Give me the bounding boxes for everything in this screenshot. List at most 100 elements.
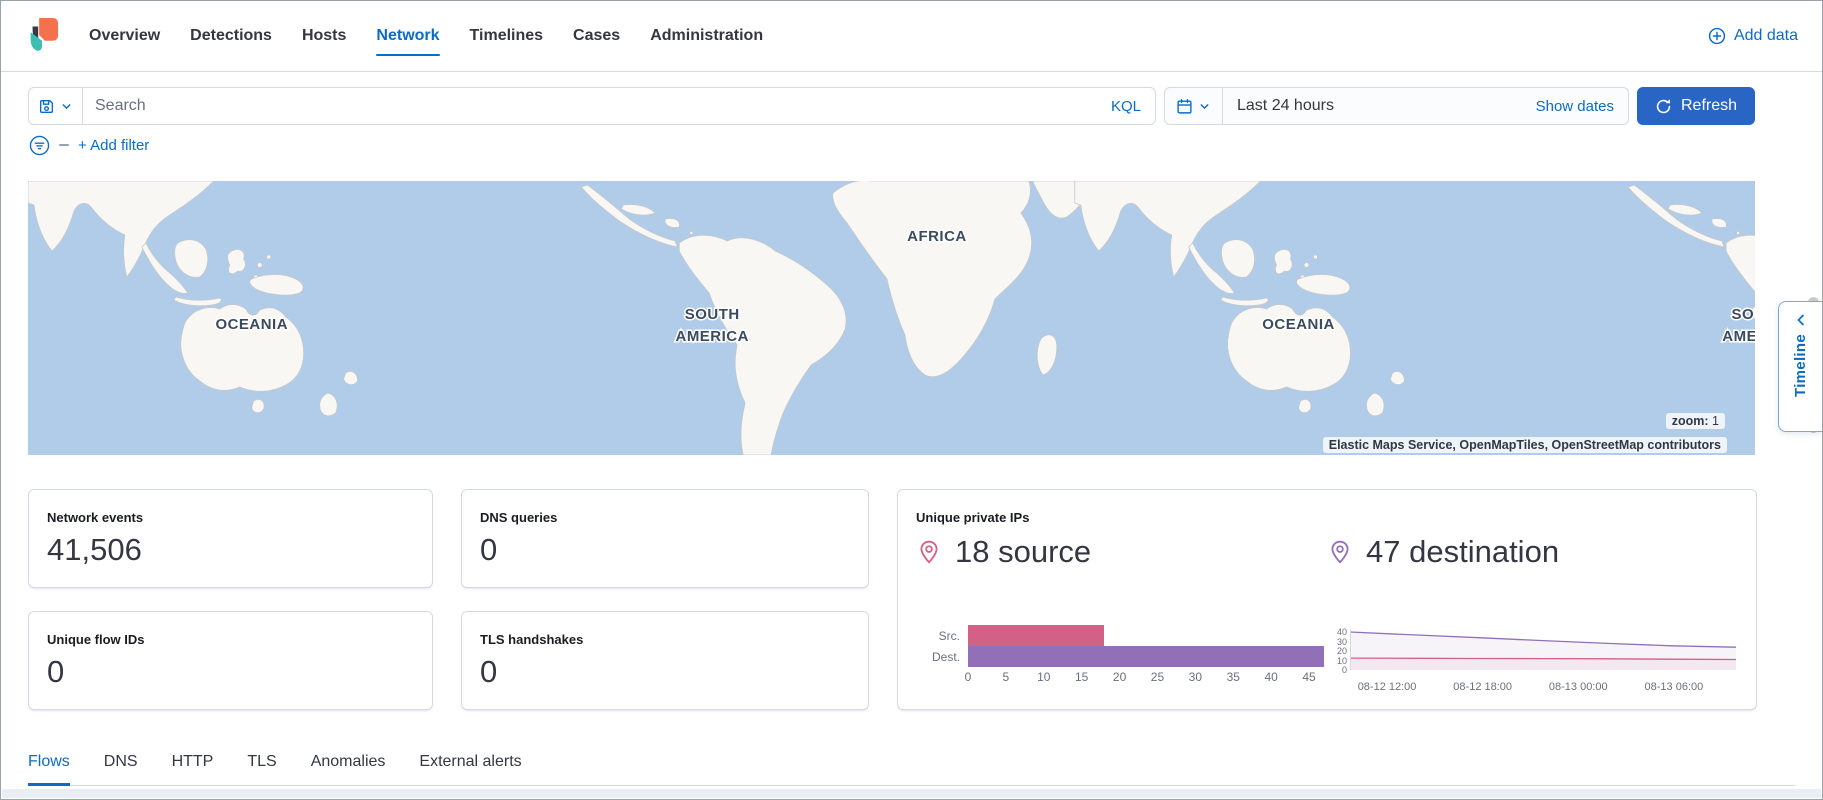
bar-chart-x-axis: 051015202530354045 [968,667,1328,683]
bar-src-[interactable] [968,625,1104,646]
time-range-value[interactable]: Last 24 hours [1223,97,1536,115]
app-window: Overview Detections Hosts Network Timelines C… [0,0,1823,800]
primary-nav: Overview Detections Hosts Network Timelines C… [89,1,763,71]
bar-row-src-: Src. [916,625,1328,646]
ip-over-time-area-chart: 403020100 08-12 12:0008-12 18:0008-13 00… [1328,625,1738,694]
destination-ip-stat: 47 destination [1327,536,1738,567]
card-title: Unique flow IDs [47,632,414,647]
date-quick-select-button[interactable] [1165,88,1223,124]
add-data-label: Add data [1734,27,1798,45]
ip-bar-rows: Src. Dest. [916,625,1328,667]
nav-tab-hosts[interactable]: Hosts [302,1,346,71]
card-value: 41,506 [47,534,414,565]
x-tick-label: 08-12 12:00 [1358,681,1417,693]
date-range-picker: Last 24 hours Show dates [1164,87,1629,125]
y-tick-label: 40 [1337,627,1347,637]
chevron-down-icon [1198,100,1211,113]
query-bar-section: KQL Last 24 hours Show dates [1,72,1822,156]
x-tick-label: 30 [1189,670,1202,684]
x-tick-label: 0 [965,670,972,684]
next-section-edge [2,789,1821,798]
x-tick-label: 25 [1151,670,1164,684]
card-title: Unique private IPs [916,510,1738,525]
refresh-label: Refresh [1681,97,1737,115]
tab-tls[interactable]: TLS [247,753,276,785]
kql-search-box: KQL [28,87,1156,125]
chevron-left-icon [1794,313,1808,327]
nav-tab-timelines[interactable]: Timelines [470,1,544,71]
unique-flow-ids-card: Unique flow IDs 0 [28,611,433,710]
x-tick-label: 20 [1113,670,1126,684]
y-tick-label: 20 [1337,646,1347,656]
world-map-svg: OCEANIASOUTHAMERICAAFRICA [28,181,1755,455]
y-tick-label: 0 [1342,665,1347,675]
ip-direction-bar-chart: Src.Dest. 051015202530354045 [916,625,1328,683]
area-chart-y-axis: 403020100 [1328,625,1350,675]
calendar-icon [1176,98,1193,115]
kpi-cards-section: Network events 41,506 DNS queries 0 Uniq… [28,489,1755,710]
area-fill-source [1350,658,1736,670]
nav-tab-administration[interactable]: Administration [650,1,763,71]
tls-handshakes-card: TLS handshakes 0 [461,611,869,710]
timeline-flyout-button[interactable]: Timeline [1778,301,1822,432]
tab-anomalies[interactable]: Anomalies [311,753,386,785]
search-input[interactable] [83,97,1097,115]
source-ip-value: 18 source [955,536,1091,567]
filter-bar: + Add filter [28,134,1755,156]
map-pin-icon [1327,539,1353,565]
y-tick-label: 10 [1337,656,1347,666]
circle-plus-icon [1708,27,1726,45]
card-title: TLS handshakes [480,632,850,647]
save-icon [38,98,55,115]
tab-dns[interactable]: DNS [104,753,138,785]
top-navigation-bar: Overview Detections Hosts Network Timelines C… [1,1,1822,72]
elastic-security-logo-icon[interactable] [25,17,59,55]
x-tick-label: 10 [1037,670,1050,684]
network-map[interactable]: OCEANIASOUTHAMERICAAFRICA zoom: 1 Elasti… [28,181,1755,455]
bar-row-dest-: Dest. [916,646,1328,667]
x-tick-label: 45 [1302,670,1315,684]
chevron-down-icon [60,100,73,113]
filter-separator [59,144,69,146]
map-zoom-indicator: zoom: 1 [1666,413,1725,429]
show-dates-button[interactable]: Show dates [1536,98,1628,115]
tab-flows[interactable]: Flows [28,753,70,786]
map-region-label: OCEANIA [215,316,288,333]
nav-tab-detections[interactable]: Detections [190,1,272,71]
add-data-button[interactable]: Add data [1708,27,1798,45]
x-tick-label: 08-13 00:00 [1549,681,1608,693]
bar-category-label: Dest. [916,650,968,664]
area-chart-x-axis: 08-12 12:00 08-12 18:00 08-13 00:00 08-13 0… [1350,680,1736,694]
refresh-icon [1655,98,1672,115]
area-chart-plot: 08-12 12:00 08-12 18:00 08-13 00:00 08-13 0… [1350,625,1736,694]
nav-tab-network[interactable]: Network [376,1,439,71]
map-zoom-label: zoom: [1672,414,1709,428]
x-tick-label: 08-13 06:00 [1645,681,1704,693]
card-title: DNS queries [480,510,850,525]
tab-external-alerts[interactable]: External alerts [419,753,521,785]
dns-queries-card: DNS queries 0 [461,489,869,588]
nav-tab-overview[interactable]: Overview [89,1,160,71]
timeline-flyout-label: Timeline [1792,334,1809,397]
filter-icon[interactable] [29,135,50,156]
add-filter-button[interactable]: + Add filter [78,137,149,154]
area-chart-svg [1350,625,1736,675]
x-tick-label: 40 [1264,670,1277,684]
map-zoom-value: 1 [1712,414,1719,428]
map-region-label: AFRICA [907,228,967,245]
nav-tab-cases[interactable]: Cases [573,1,620,71]
network-events-card: Network events 41,506 [28,489,433,588]
x-tick-label: 08-12 18:00 [1453,681,1512,693]
map-attribution: Elastic Maps Service, OpenMapTiles, Open… [1323,437,1727,453]
source-ip-stat: 18 source [916,536,1327,567]
kql-syntax-button[interactable]: KQL [1097,98,1155,115]
destination-ip-value: 47 destination [1366,536,1559,567]
card-title: Network events [47,510,414,525]
x-tick-label: 35 [1227,670,1240,684]
card-value: 0 [47,656,414,687]
refresh-button[interactable]: Refresh [1637,87,1755,125]
saved-query-menu-button[interactable] [29,88,83,124]
x-tick-label: 5 [1003,670,1010,684]
bar-dest-[interactable] [968,646,1324,667]
tab-http[interactable]: HTTP [172,753,214,785]
